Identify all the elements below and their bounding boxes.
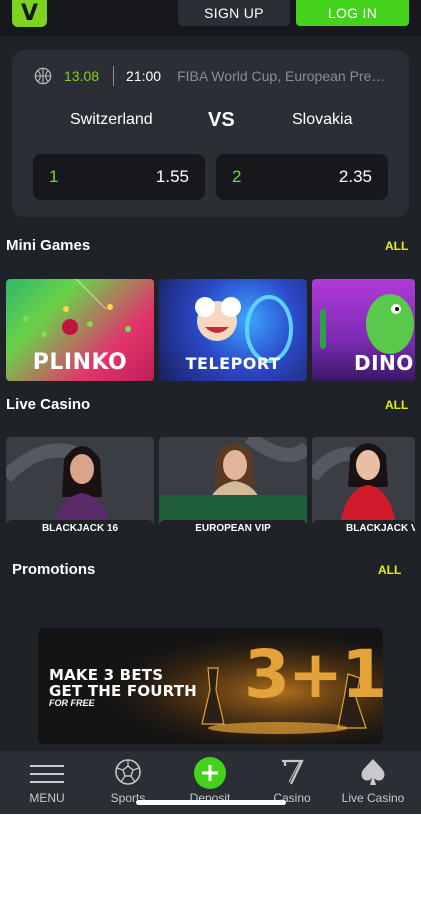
casino-tile-blackjack-16[interactable]: BLACKJACK 16 — [6, 437, 154, 540]
live-casino-title: Live Casino — [6, 396, 91, 413]
mini-games-all-link[interactable]: ALL — [385, 239, 408, 253]
promotions-all-link[interactable]: ALL — [378, 563, 401, 577]
menu-icon — [30, 765, 64, 783]
game-tile-teleport[interactable]: TELEPORT — [159, 279, 307, 381]
spade-icon — [361, 759, 385, 785]
odd-button-home[interactable]: 1 1.55 — [33, 154, 205, 200]
nav-label: Live Casino — [341, 791, 405, 805]
meta-divider — [113, 66, 115, 86]
odd-value: 2.35 — [338, 167, 372, 186]
game-tile-label: TELEPORT — [185, 354, 281, 373]
seven-icon — [282, 759, 304, 785]
match-card[interactable]: 13.08 21:00 FIBA World Cup, European Pre… — [12, 50, 409, 217]
match-meta: 13.08 21:00 FIBA World Cup, European Pre… — [34, 66, 394, 86]
match-time: 21:00 — [126, 68, 162, 84]
team-home: Switzerland — [70, 111, 153, 128]
nav-label: MENU — [29, 791, 65, 805]
nav-item-live-casino[interactable]: Live Casino — [331, 751, 415, 814]
promo-subline: FOR FREE — [49, 698, 95, 708]
sign-up-button[interactable]: SIGN UP — [178, 0, 290, 26]
top-header: V SIGN UP LOG IN — [0, 0, 421, 36]
live-casino-all-link[interactable]: ALL — [385, 398, 408, 412]
match-league: FIBA World Cup, European Pre-Qualifiers — [177, 68, 389, 84]
casino-tile-label: BLACKJACK 16 — [6, 520, 154, 540]
game-tile-label: DINO — [354, 351, 414, 375]
plus-icon — [194, 757, 226, 789]
app-screen: V SIGN UP LOG IN 13.08 21:00 FIBA World … — [0, 0, 421, 814]
brand-logo[interactable]: V — [12, 0, 47, 27]
team-away: Slovakia — [292, 111, 353, 128]
odd-value: 1.55 — [155, 167, 189, 186]
odd-button-away[interactable]: 2 2.35 — [216, 154, 388, 200]
vs-label: VS — [208, 109, 235, 131]
casino-tile-blackjack-vip[interactable]: BLACKJACK VIP — [312, 437, 415, 540]
home-indicator — [136, 800, 286, 805]
promo-big-text: 3+1 — [244, 636, 383, 713]
casino-tile-european-vip[interactable]: EUROPEAN VIP — [159, 437, 307, 540]
game-tile-dino[interactable]: DINO — [312, 279, 415, 381]
casino-tile-label: BLACKJACK VIP — [312, 520, 415, 540]
soccer-ball-icon — [115, 759, 141, 785]
mini-games-title: Mini Games — [6, 237, 91, 254]
promo-banner[interactable]: MAKE 3 BETS GET THE FOURTH FOR FREE 3+1 — [38, 628, 383, 744]
basketball-icon — [34, 67, 52, 85]
game-tile-plinko[interactable]: PLINKO — [6, 279, 154, 381]
log-in-button[interactable]: LOG IN — [296, 0, 409, 26]
promotions-title: Promotions — [12, 561, 96, 578]
nav-item-menu[interactable]: MENU — [5, 751, 89, 814]
game-tile-label: PLINKO — [32, 350, 128, 375]
odd-label: 2 — [232, 167, 242, 186]
match-date: 13.08 — [64, 68, 100, 84]
casino-tile-label: EUROPEAN VIP — [159, 520, 307, 540]
odd-label: 1 — [49, 167, 59, 186]
